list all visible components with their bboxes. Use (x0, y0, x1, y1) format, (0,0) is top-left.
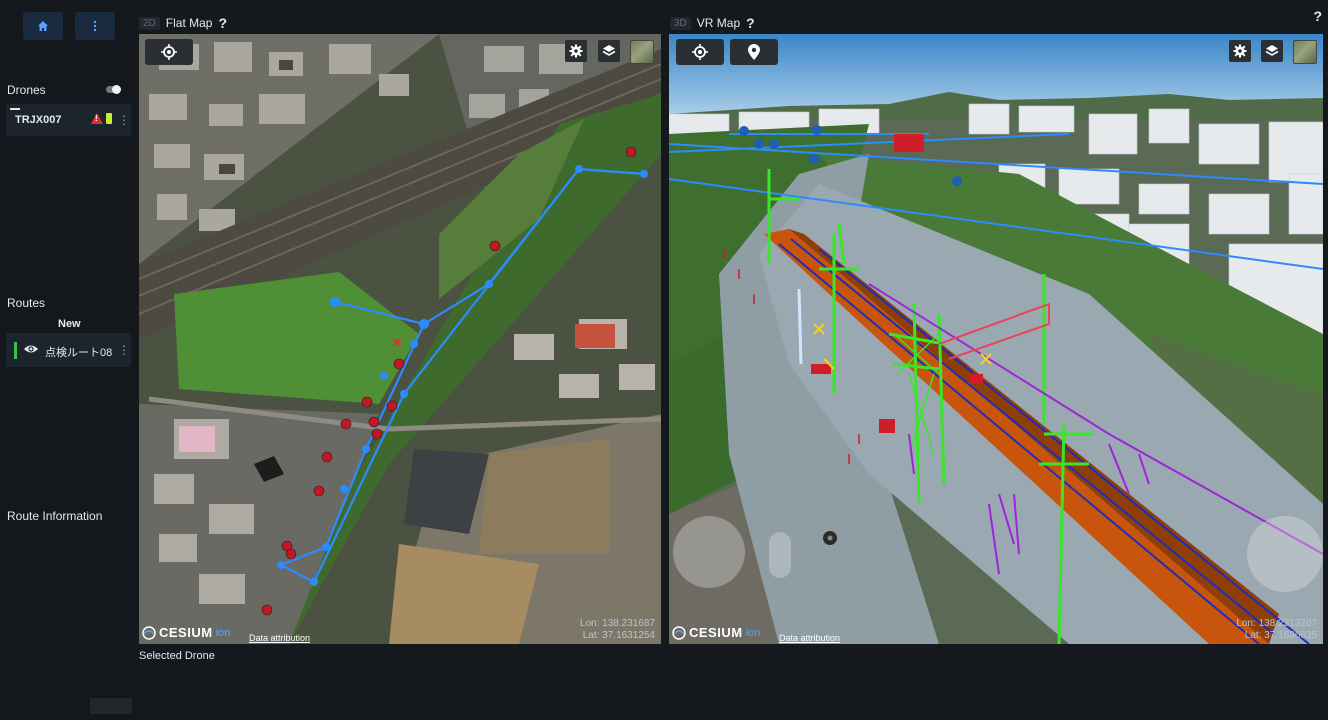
routes-title: Routes (7, 296, 46, 310)
drone-name: TRJX007 (15, 114, 62, 126)
vr-map-mode-badge: 3D (670, 16, 691, 30)
vr-locate-button[interactable] (676, 39, 724, 65)
flat-map-title: Flat Map (165, 16, 213, 30)
global-help-icon[interactable]: ? (1313, 8, 1322, 24)
sidebar-footer-button[interactable] (90, 698, 132, 714)
drone-selected-indicator (10, 108, 20, 110)
home-button[interactable] (23, 12, 63, 40)
more-vertical-icon (93, 20, 97, 32)
cesium-logo[interactable]: CESIUM ion (142, 625, 230, 640)
flat-map-help-icon[interactable]: ? (218, 15, 227, 31)
vr-data-attribution-link[interactable]: Data attribution (779, 633, 840, 643)
flat-settings-button[interactable] (565, 40, 587, 62)
cesium-logo-vr[interactable]: CESIUM ion (672, 625, 760, 640)
right-joystick[interactable] (1247, 516, 1323, 592)
gear-icon (1233, 44, 1247, 58)
flat-coords-lon: Lon: 138.231687 (579, 618, 655, 629)
vr-settings-button[interactable] (1229, 40, 1251, 62)
flat-coords-lat: Lat: 37.1631254 (582, 630, 655, 641)
drones-title: Drones (7, 83, 46, 97)
home-icon (38, 21, 48, 31)
cesium-globe-icon (142, 625, 156, 640)
vr-coords-lat: Lat: 37.1636635 (1244, 630, 1317, 641)
vr-map-help-icon[interactable]: ? (746, 15, 755, 31)
route-item[interactable]: 点検ルート08 ⋮ (6, 333, 131, 367)
vr-map-scene[interactable] (669, 34, 1323, 644)
cesium-globe-icon (672, 625, 686, 640)
eye-icon[interactable] (23, 343, 39, 355)
flat-map-mode-badge: 2D (139, 16, 160, 30)
flat-data-attribution-link[interactable]: Data attribution (249, 633, 310, 643)
map-pin-icon (748, 44, 760, 60)
route-more-button[interactable]: ⋮ (118, 344, 130, 356)
vr-place-marker-button[interactable] (730, 39, 778, 65)
vr-basemap-picker[interactable] (1293, 40, 1317, 64)
vr-layers-button[interactable] (1261, 40, 1283, 62)
layers-icon (602, 45, 616, 56)
flat-layers-button[interactable] (598, 40, 620, 62)
left-joystick[interactable] (673, 516, 745, 588)
vr-map-header: 3D VR Map ? (670, 15, 755, 31)
flat-map-satellite[interactable] (139, 34, 661, 644)
cesium-ion-text: ion (215, 626, 231, 639)
route-color-indicator (14, 342, 17, 359)
flat-map-view[interactable]: CESIUM ion Data attribution Lon: 138.231… (139, 34, 661, 644)
cesium-logo-text: CESIUM (159, 625, 213, 640)
selected-drone-label: Selected Drone (139, 650, 215, 662)
route-name: 点検ルート08 (45, 347, 113, 359)
vr-coords-lon: Lon: 138.2313207 (1236, 618, 1317, 629)
flat-locate-button[interactable] (145, 39, 193, 65)
altitude-slider[interactable] (769, 532, 791, 578)
crosshair-icon (692, 44, 708, 60)
vr-map-title: VR Map (696, 16, 741, 30)
layers-icon (1265, 45, 1279, 56)
vr-map-view[interactable]: CESIUM ion Data attribution Lon: 138.231… (669, 34, 1323, 644)
sidebar: Drones TRJX007 ⋮ Routes New 点検ルート08 ⋮ Ro… (0, 0, 136, 720)
gear-icon (569, 44, 583, 58)
battery-icon (106, 113, 112, 124)
cesium-ion-text: ion (745, 626, 761, 639)
drone-more-button[interactable]: ⋮ (118, 114, 130, 126)
route-information-title: Route Information (7, 509, 103, 523)
drone-item[interactable]: TRJX007 ⋮ (6, 104, 131, 136)
new-route-button[interactable]: New (58, 318, 81, 330)
crosshair-icon (161, 44, 177, 60)
flat-map-header: 2D Flat Map ? (139, 15, 227, 31)
cesium-logo-text: CESIUM (689, 625, 743, 640)
drones-toggle[interactable] (106, 85, 121, 94)
flat-basemap-picker[interactable] (630, 40, 654, 64)
menu-button[interactable] (75, 12, 115, 40)
warning-icon (91, 113, 103, 124)
